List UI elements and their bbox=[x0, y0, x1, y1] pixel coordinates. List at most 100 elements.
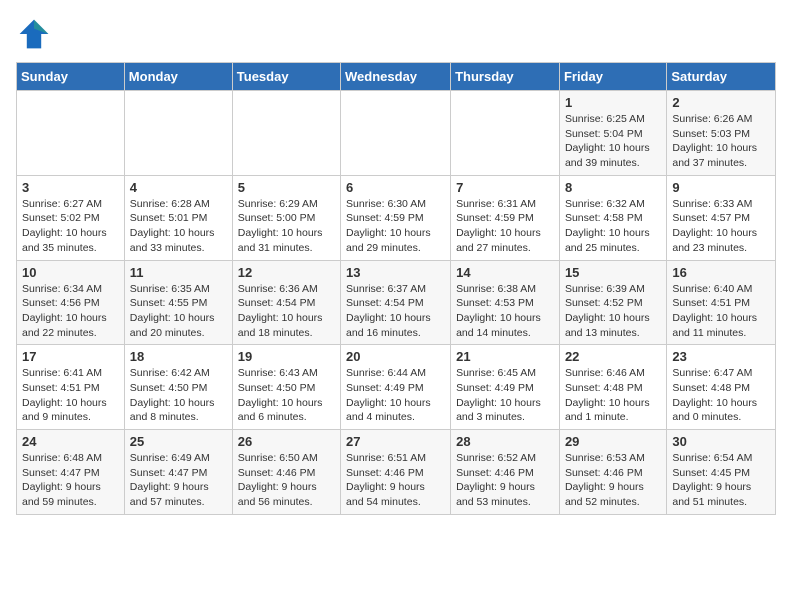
calendar-cell: 3 Sunrise: 6:27 AM Sunset: 5:02 PM Daylig… bbox=[17, 175, 125, 260]
calendar-cell: 27Sunrise: 6:51 AM Sunset: 4:46 PM Dayli… bbox=[341, 430, 451, 515]
weekday-header-friday: Friday bbox=[559, 63, 666, 91]
day-info: Sunrise: 6:40 AM Sunset: 4:51 PM Dayligh… bbox=[672, 283, 757, 339]
day-info: Sunrise: 6:47 AM Sunset: 4:48 PM Dayligh… bbox=[672, 367, 757, 423]
day-number: 6 bbox=[346, 180, 445, 195]
day-number: 12 bbox=[238, 265, 335, 280]
day-number: 14 bbox=[456, 265, 554, 280]
page-header bbox=[16, 16, 776, 52]
calendar-week-row: 24 Sunrise: 6:48 AM Sunset: 4:47 PM Dayli… bbox=[17, 430, 776, 515]
calendar-cell: 6 Sunrise: 6:30 AM Sunset: 4:59 PM Daylig… bbox=[341, 175, 451, 260]
day-info: Sunrise: 6:33 AM Sunset: 4:57 PM Dayligh… bbox=[672, 198, 757, 254]
day-info: Sunrise: 6:50 AM Sunset: 4:46 PM Dayligh… bbox=[238, 452, 318, 508]
day-info: Sunrise: 6:44 AM Sunset: 4:49 PM Dayligh… bbox=[346, 367, 431, 423]
day-info: Sunrise: 6:36 AM Sunset: 4:54 PM Dayligh… bbox=[238, 283, 323, 339]
day-number: 2 bbox=[672, 95, 770, 110]
calendar-cell: 4 Sunrise: 6:28 AM Sunset: 5:01 PM Daylig… bbox=[124, 175, 232, 260]
day-number: 15 bbox=[565, 265, 661, 280]
calendar-cell: 18 Sunrise: 6:42 AM Sunset: 4:50 PM Dayli… bbox=[124, 345, 232, 430]
calendar-cell: 9 Sunrise: 6:33 AM Sunset: 4:57 PM Daylig… bbox=[667, 175, 776, 260]
day-number: 18 bbox=[130, 349, 227, 364]
calendar-cell: 25 Sunrise: 6:49 AM Sunset: 4:47 PM Dayli… bbox=[124, 430, 232, 515]
day-number: 13 bbox=[346, 265, 445, 280]
day-number: 20 bbox=[346, 349, 445, 364]
day-info: Sunrise: 6:35 AM Sunset: 4:55 PM Dayligh… bbox=[130, 283, 215, 339]
day-number: 24 bbox=[22, 434, 119, 449]
calendar-cell: 12 Sunrise: 6:36 AM Sunset: 4:54 PM Dayli… bbox=[232, 260, 340, 345]
day-number: 11 bbox=[130, 265, 227, 280]
calendar-cell: 17 Sunrise: 6:41 AM Sunset: 4:51 PM Dayli… bbox=[17, 345, 125, 430]
day-number: 3 bbox=[22, 180, 119, 195]
calendar-cell: 8 Sunrise: 6:32 AM Sunset: 4:58 PM Daylig… bbox=[559, 175, 666, 260]
day-info: Sunrise: 6:49 AM Sunset: 4:47 PM Dayligh… bbox=[130, 452, 210, 508]
day-number: 16 bbox=[672, 265, 770, 280]
calendar-cell: 1 Sunrise: 6:25 AM Sunset: 5:04 PM Daylig… bbox=[559, 91, 666, 176]
day-number: 23 bbox=[672, 349, 770, 364]
day-info: Sunrise: 6:54 AM Sunset: 4:45 PM Dayligh… bbox=[672, 452, 752, 508]
calendar-week-row: 17 Sunrise: 6:41 AM Sunset: 4:51 PM Dayli… bbox=[17, 345, 776, 430]
calendar-cell: 23 Sunrise: 6:47 AM Sunset: 4:48 PM Dayli… bbox=[667, 345, 776, 430]
weekday-header-sunday: Sunday bbox=[17, 63, 125, 91]
calendar-cell: 16 Sunrise: 6:40 AM Sunset: 4:51 PM Dayli… bbox=[667, 260, 776, 345]
day-info: Sunrise: 6:52 AM Sunset: 4:46 PM Dayligh… bbox=[456, 452, 536, 508]
day-info: Sunrise: 6:43 AM Sunset: 4:50 PM Dayligh… bbox=[238, 367, 323, 423]
day-info: Sunrise: 6:46 AM Sunset: 4:48 PM Dayligh… bbox=[565, 367, 650, 423]
calendar-header: SundayMondayTuesdayWednesdayThursdayFrid… bbox=[17, 63, 776, 91]
day-info: Sunrise: 6:32 AM Sunset: 4:58 PM Dayligh… bbox=[565, 198, 650, 254]
calendar-body: 1 Sunrise: 6:25 AM Sunset: 5:04 PM Daylig… bbox=[17, 91, 776, 515]
day-info: Sunrise: 6:30 AM Sunset: 4:59 PM Dayligh… bbox=[346, 198, 431, 254]
calendar-cell: 10Sunrise: 6:34 AM Sunset: 4:56 PM Dayli… bbox=[17, 260, 125, 345]
calendar-cell: 30Sunrise: 6:54 AM Sunset: 4:45 PM Dayli… bbox=[667, 430, 776, 515]
day-info: Sunrise: 6:27 AM Sunset: 5:02 PM Dayligh… bbox=[22, 198, 107, 254]
day-info: Sunrise: 6:28 AM Sunset: 5:01 PM Dayligh… bbox=[130, 198, 215, 254]
day-info: Sunrise: 6:45 AM Sunset: 4:49 PM Dayligh… bbox=[456, 367, 541, 423]
calendar-cell: 5Sunrise: 6:29 AM Sunset: 5:00 PM Daylig… bbox=[232, 175, 340, 260]
day-number: 4 bbox=[130, 180, 227, 195]
day-info: Sunrise: 6:39 AM Sunset: 4:52 PM Dayligh… bbox=[565, 283, 650, 339]
calendar-cell: 15 Sunrise: 6:39 AM Sunset: 4:52 PM Dayli… bbox=[559, 260, 666, 345]
day-number: 21 bbox=[456, 349, 554, 364]
calendar-cell: 2Sunrise: 6:26 AM Sunset: 5:03 PM Daylig… bbox=[667, 91, 776, 176]
logo-icon bbox=[16, 16, 52, 52]
calendar-cell: 22 Sunrise: 6:46 AM Sunset: 4:48 PM Dayli… bbox=[559, 345, 666, 430]
day-info: Sunrise: 6:48 AM Sunset: 4:47 PM Dayligh… bbox=[22, 452, 102, 508]
day-number: 1 bbox=[565, 95, 661, 110]
logo bbox=[16, 16, 56, 52]
day-info: Sunrise: 6:38 AM Sunset: 4:53 PM Dayligh… bbox=[456, 283, 541, 339]
weekday-header-tuesday: Tuesday bbox=[232, 63, 340, 91]
calendar-cell: 7 Sunrise: 6:31 AM Sunset: 4:59 PM Daylig… bbox=[451, 175, 560, 260]
day-info: Sunrise: 6:53 AM Sunset: 4:46 PM Dayligh… bbox=[565, 452, 645, 508]
day-number: 9 bbox=[672, 180, 770, 195]
day-info: Sunrise: 6:31 AM Sunset: 4:59 PM Dayligh… bbox=[456, 198, 541, 254]
calendar-cell bbox=[232, 91, 340, 176]
calendar-cell: 26 Sunrise: 6:50 AM Sunset: 4:46 PM Dayli… bbox=[232, 430, 340, 515]
weekday-header-saturday: Saturday bbox=[667, 63, 776, 91]
calendar-week-row: 10Sunrise: 6:34 AM Sunset: 4:56 PM Dayli… bbox=[17, 260, 776, 345]
weekday-header-monday: Monday bbox=[124, 63, 232, 91]
day-number: 22 bbox=[565, 349, 661, 364]
calendar-week-row: 1 Sunrise: 6:25 AM Sunset: 5:04 PM Daylig… bbox=[17, 91, 776, 176]
day-number: 25 bbox=[130, 434, 227, 449]
calendar-table: SundayMondayTuesdayWednesdayThursdayFrid… bbox=[16, 62, 776, 515]
day-number: 17 bbox=[22, 349, 119, 364]
day-info: Sunrise: 6:41 AM Sunset: 4:51 PM Dayligh… bbox=[22, 367, 107, 423]
day-info: Sunrise: 6:42 AM Sunset: 4:50 PM Dayligh… bbox=[130, 367, 215, 423]
day-number: 8 bbox=[565, 180, 661, 195]
calendar-cell: 24 Sunrise: 6:48 AM Sunset: 4:47 PM Dayli… bbox=[17, 430, 125, 515]
calendar-week-row: 3 Sunrise: 6:27 AM Sunset: 5:02 PM Daylig… bbox=[17, 175, 776, 260]
day-number: 29 bbox=[565, 434, 661, 449]
calendar-cell: 13 Sunrise: 6:37 AM Sunset: 4:54 PM Dayli… bbox=[341, 260, 451, 345]
day-info: Sunrise: 6:37 AM Sunset: 4:54 PM Dayligh… bbox=[346, 283, 431, 339]
day-number: 7 bbox=[456, 180, 554, 195]
weekday-header-row: SundayMondayTuesdayWednesdayThursdayFrid… bbox=[17, 63, 776, 91]
day-number: 26 bbox=[238, 434, 335, 449]
day-number: 28 bbox=[456, 434, 554, 449]
weekday-header-wednesday: Wednesday bbox=[341, 63, 451, 91]
calendar-cell: 28 Sunrise: 6:52 AM Sunset: 4:46 PM Dayli… bbox=[451, 430, 560, 515]
day-number: 10 bbox=[22, 265, 119, 280]
calendar-cell: 19 Sunrise: 6:43 AM Sunset: 4:50 PM Dayli… bbox=[232, 345, 340, 430]
day-number: 19 bbox=[238, 349, 335, 364]
day-info: Sunrise: 6:25 AM Sunset: 5:04 PM Dayligh… bbox=[565, 113, 650, 169]
calendar-cell: 11 Sunrise: 6:35 AM Sunset: 4:55 PM Dayli… bbox=[124, 260, 232, 345]
calendar-cell bbox=[17, 91, 125, 176]
calendar-cell: 29 Sunrise: 6:53 AM Sunset: 4:46 PM Dayli… bbox=[559, 430, 666, 515]
